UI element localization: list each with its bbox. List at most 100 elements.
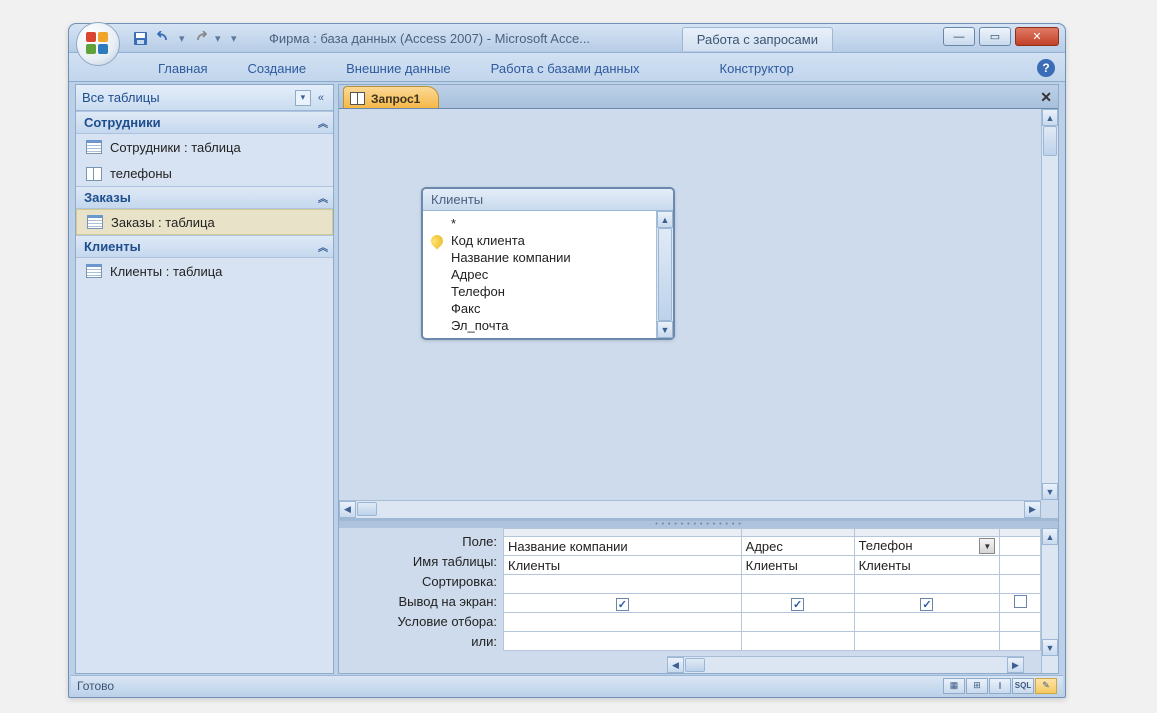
- cell-or[interactable]: [854, 632, 1000, 651]
- scroll-up-icon[interactable]: ▲: [657, 211, 673, 228]
- pane-splitter[interactable]: • • • • • • • • • • • • • •: [339, 521, 1058, 528]
- table-field[interactable]: Адрес: [423, 266, 656, 283]
- redo-dropdown-icon[interactable]: ▾: [215, 32, 221, 45]
- scroll-right-icon[interactable]: ▶: [1007, 657, 1024, 673]
- table-field[interactable]: Факс: [423, 300, 656, 317]
- cell-or[interactable]: [504, 632, 742, 651]
- cell-field[interactable]: Телефон▼: [854, 537, 1000, 556]
- nav-item-employees-table[interactable]: Сотрудники : таблица: [76, 134, 333, 160]
- table-box-title[interactable]: Клиенты: [423, 189, 673, 211]
- checkbox-checked-icon[interactable]: ✓: [791, 598, 804, 611]
- qat-customize-icon[interactable]: ▾: [231, 32, 237, 45]
- col-selector[interactable]: [1000, 529, 1041, 537]
- scroll-down-icon[interactable]: ▼: [657, 321, 673, 338]
- table-field[interactable]: Название компании: [423, 249, 656, 266]
- ribbon-tab-external-data[interactable]: Внешние данные: [332, 56, 465, 81]
- scroll-up-icon[interactable]: ▲: [1042, 528, 1058, 545]
- checkbox-checked-icon[interactable]: ✓: [920, 598, 933, 611]
- view-design-button[interactable]: ✎: [1035, 678, 1057, 694]
- navigation-pane: Все таблицы ▾ « Сотрудники ︽ Сотрудники …: [75, 84, 334, 674]
- ribbon-tab-home[interactable]: Главная: [144, 56, 221, 81]
- table-field-key[interactable]: Код клиента: [423, 232, 656, 249]
- scroll-left-icon[interactable]: ◀: [667, 657, 684, 673]
- checkbox-checked-icon[interactable]: ✓: [616, 598, 629, 611]
- ribbon-tab-design[interactable]: Конструктор: [706, 56, 808, 81]
- nav-item-label: телефоны: [110, 166, 172, 181]
- close-button[interactable]: ✕: [1015, 27, 1059, 46]
- view-pivotchart-button[interactable]: ⫾: [989, 678, 1011, 694]
- cell-table[interactable]: Клиенты: [741, 556, 854, 575]
- cell-table[interactable]: Клиенты: [504, 556, 742, 575]
- ribbon-tab-create[interactable]: Создание: [233, 56, 320, 81]
- cell-sort[interactable]: [504, 575, 742, 594]
- cell-or[interactable]: [741, 632, 854, 651]
- grid-vscrollbar[interactable]: ▲ ▼: [1041, 528, 1058, 673]
- cell-sort[interactable]: [741, 575, 854, 594]
- cell-or[interactable]: [1000, 632, 1041, 651]
- scroll-left-icon[interactable]: ◀: [339, 501, 356, 518]
- undo-dropdown-icon[interactable]: ▾: [179, 32, 185, 45]
- cell-criteria[interactable]: [741, 613, 854, 632]
- maximize-button[interactable]: ▭: [979, 27, 1011, 46]
- collapse-icon: ︽: [318, 239, 325, 254]
- cell-criteria[interactable]: [854, 613, 1000, 632]
- checkbox-unchecked-icon[interactable]: [1014, 595, 1027, 608]
- nav-item-orders-table[interactable]: Заказы : таблица: [76, 209, 333, 235]
- table-field-star[interactable]: *: [423, 215, 656, 232]
- scroll-up-icon[interactable]: ▲: [1042, 109, 1058, 126]
- query-icon: [350, 92, 365, 105]
- nav-item-phones-query[interactable]: телефоны: [76, 160, 333, 186]
- undo-button[interactable]: [153, 27, 175, 49]
- nav-group-orders[interactable]: Заказы ︽: [76, 186, 333, 209]
- nav-group-label: Заказы: [84, 190, 131, 205]
- help-button[interactable]: ?: [1037, 59, 1055, 77]
- cell-show[interactable]: ✓: [504, 594, 742, 613]
- nav-group-clients[interactable]: Клиенты ︽: [76, 235, 333, 258]
- view-sql-button[interactable]: SQL: [1012, 678, 1034, 694]
- cell-field[interactable]: Адрес: [741, 537, 854, 556]
- nav-collapse-button[interactable]: «: [315, 92, 327, 104]
- save-button[interactable]: [129, 27, 151, 49]
- nav-header[interactable]: Все таблицы ▾ «: [76, 85, 333, 111]
- cell-table[interactable]: Клиенты: [854, 556, 1000, 575]
- doc-tab-query1[interactable]: Запрос1: [343, 86, 439, 108]
- ribbon-tab-database-tools[interactable]: Работа с базами данных: [477, 56, 654, 81]
- table-field[interactable]: Эл_почта: [423, 317, 656, 334]
- scroll-down-icon[interactable]: ▼: [1042, 483, 1058, 500]
- cell-criteria[interactable]: [504, 613, 742, 632]
- view-datasheet-button[interactable]: ▦: [943, 678, 965, 694]
- cell-sort[interactable]: [854, 575, 1000, 594]
- dropdown-icon[interactable]: ▼: [979, 538, 995, 554]
- cell-criteria[interactable]: [1000, 613, 1041, 632]
- minimize-button[interactable]: —: [943, 27, 975, 46]
- scroll-down-icon[interactable]: ▼: [1042, 639, 1058, 656]
- scroll-thumb[interactable]: [685, 658, 705, 672]
- doc-close-button[interactable]: ✕: [1040, 89, 1052, 106]
- table-field[interactable]: Телефон: [423, 283, 656, 300]
- col-selector[interactable]: [854, 529, 1000, 537]
- cell-show[interactable]: ✓: [741, 594, 854, 613]
- scroll-thumb[interactable]: [1043, 126, 1057, 156]
- col-selector[interactable]: [504, 529, 742, 537]
- cell-show[interactable]: ✓: [854, 594, 1000, 613]
- scroll-thumb[interactable]: [357, 502, 377, 516]
- design-hscrollbar[interactable]: ◀ ▶: [339, 500, 1041, 518]
- cell-table-empty[interactable]: [1000, 556, 1041, 575]
- cell-show[interactable]: [1000, 594, 1041, 613]
- col-selector[interactable]: [741, 529, 854, 537]
- view-pivottable-button[interactable]: ⊞: [966, 678, 988, 694]
- nav-item-clients-table[interactable]: Клиенты : таблица: [76, 258, 333, 284]
- office-button[interactable]: [76, 22, 120, 66]
- cell-field[interactable]: Название компании: [504, 537, 742, 556]
- nav-group-employees[interactable]: Сотрудники ︽: [76, 111, 333, 134]
- redo-button[interactable]: [189, 27, 211, 49]
- scroll-thumb[interactable]: [658, 228, 672, 321]
- cell-sort[interactable]: [1000, 575, 1041, 594]
- cell-field-empty[interactable]: [1000, 537, 1041, 556]
- query-design-surface[interactable]: Клиенты * Код клиента Название компании …: [339, 109, 1058, 521]
- design-vscrollbar[interactable]: ▲ ▼: [1041, 109, 1058, 500]
- nav-filter-dropdown[interactable]: ▾: [295, 90, 311, 106]
- scroll-right-icon[interactable]: ▶: [1024, 501, 1041, 518]
- table-box-scrollbar[interactable]: ▲ ▼: [656, 211, 673, 338]
- grid-hscrollbar[interactable]: ◀ ▶: [667, 656, 1024, 673]
